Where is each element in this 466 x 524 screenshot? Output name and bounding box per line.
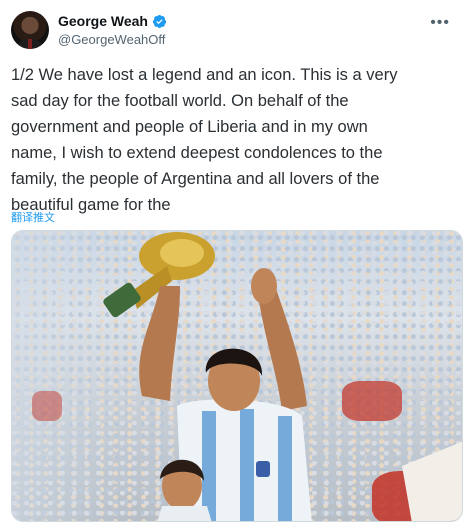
translate-tweet-link[interactable]: 翻译推文 xyxy=(11,209,55,225)
shirt-stripe xyxy=(278,416,292,521)
trophy-highlight xyxy=(160,239,204,267)
verified-badge-icon xyxy=(152,14,167,28)
shirt-stripe xyxy=(240,409,254,521)
avatar[interactable] xyxy=(11,11,49,49)
shirt-badge xyxy=(256,461,270,477)
tweet-photo[interactable] xyxy=(11,230,463,522)
teammate-shirt xyxy=(157,506,212,521)
tweet-text: 1/2 We have lost a legend and an icon. T… xyxy=(11,66,398,214)
more-icon[interactable]: ••• xyxy=(430,14,450,32)
photo-flag-white xyxy=(402,441,462,521)
left-arm xyxy=(139,286,180,401)
user-handle[interactable]: @GeorgeWeahOff xyxy=(58,32,165,47)
user-name-row: George Weah xyxy=(58,13,167,29)
shirt-stripe xyxy=(202,411,216,521)
photo-scene xyxy=(103,232,462,521)
display-name[interactable]: George Weah xyxy=(58,13,148,29)
right-hand xyxy=(251,268,277,304)
trophy-base xyxy=(103,282,141,318)
avatar-tie xyxy=(28,39,32,49)
